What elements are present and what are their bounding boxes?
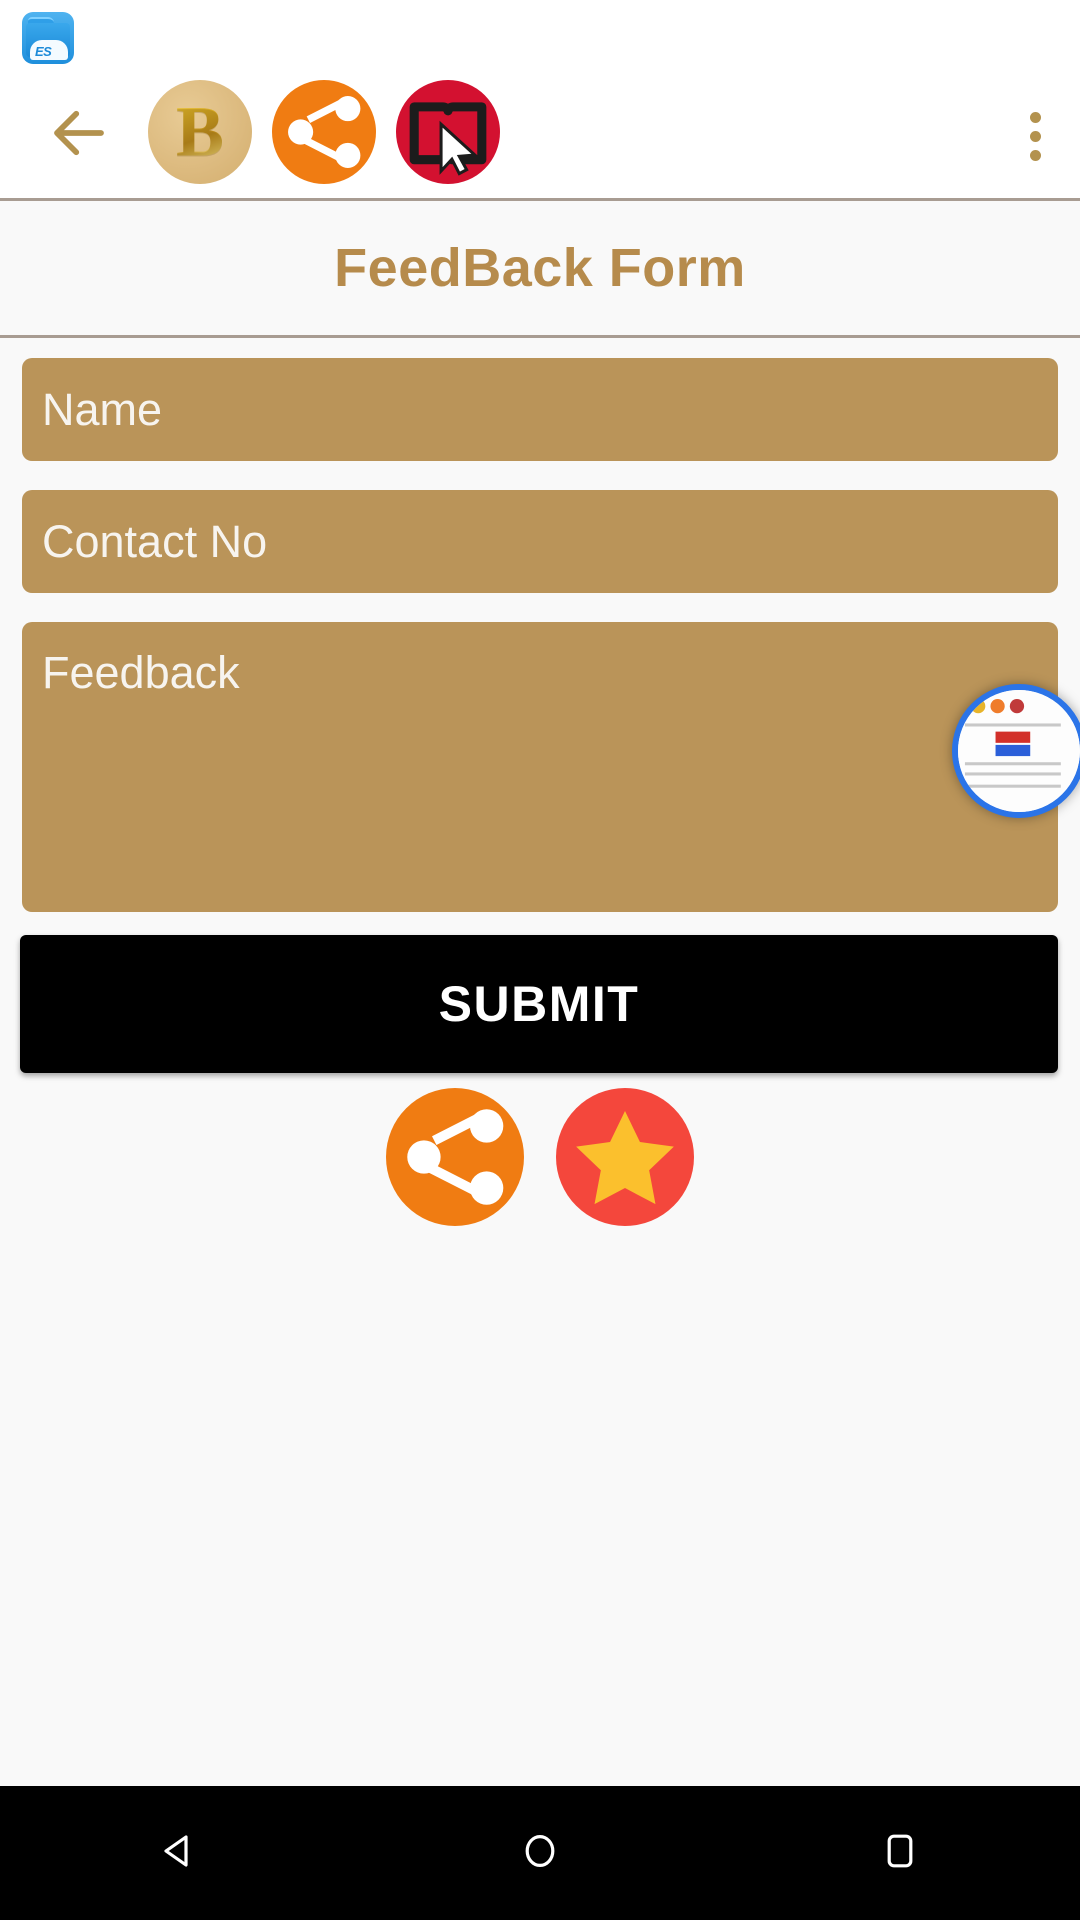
book-cursor-icon[interactable] [396, 80, 500, 184]
thumb-line [964, 723, 1061, 727]
app-bar: B [0, 68, 1080, 201]
submit-button[interactable]: SUBMIT [20, 935, 1058, 1073]
thumb-avatar [1009, 698, 1025, 714]
phone-screen: ES B FeedBack Form Name Contact No Feedb… [0, 0, 1080, 1920]
page-title-band: FeedBack Form [0, 201, 1080, 338]
thumb-avatar [990, 698, 1005, 714]
thumb-line [964, 772, 1061, 776]
menu-dot [1030, 131, 1041, 142]
feedback-input[interactable]: Feedback [22, 622, 1058, 912]
nav-recents-icon[interactable] [876, 1827, 924, 1880]
thumb-blue-block [995, 744, 1031, 757]
es-file-explorer-icon: ES [22, 12, 74, 64]
page-title: FeedBack Form [334, 238, 746, 298]
menu-dot [1030, 150, 1041, 161]
menu-dot [1030, 112, 1041, 123]
overflow-menu-icon[interactable] [1030, 112, 1041, 161]
thumb-line [964, 784, 1061, 788]
nav-back-icon[interactable] [156, 1827, 204, 1880]
share-icon[interactable] [272, 80, 376, 184]
thumb-red-block [995, 731, 1031, 743]
brand-letter: B [148, 91, 252, 174]
brand-b-logo-icon[interactable]: B [148, 80, 252, 184]
back-arrow-icon[interactable] [46, 100, 112, 166]
nav-home-icon[interactable] [516, 1827, 564, 1880]
feedback-form: Name Contact No Feedback SUBMIT [0, 338, 1080, 1920]
android-nav-bar [0, 1786, 1080, 1920]
thumb-avatar [971, 698, 986, 714]
es-label: ES [35, 44, 52, 59]
thumb-avatars [971, 698, 1025, 714]
contact-input[interactable]: Contact No [22, 490, 1058, 593]
rate-app-button[interactable] [556, 1088, 694, 1226]
action-button-row [0, 1088, 1080, 1226]
share-app-button[interactable] [386, 1088, 524, 1226]
status-bar: ES [0, 0, 1080, 68]
name-input[interactable]: Name [22, 358, 1058, 461]
thumb-line [964, 762, 1061, 766]
bubble-thumbnail [958, 690, 1080, 812]
screen-recorder-bubble[interactable] [952, 684, 1080, 818]
